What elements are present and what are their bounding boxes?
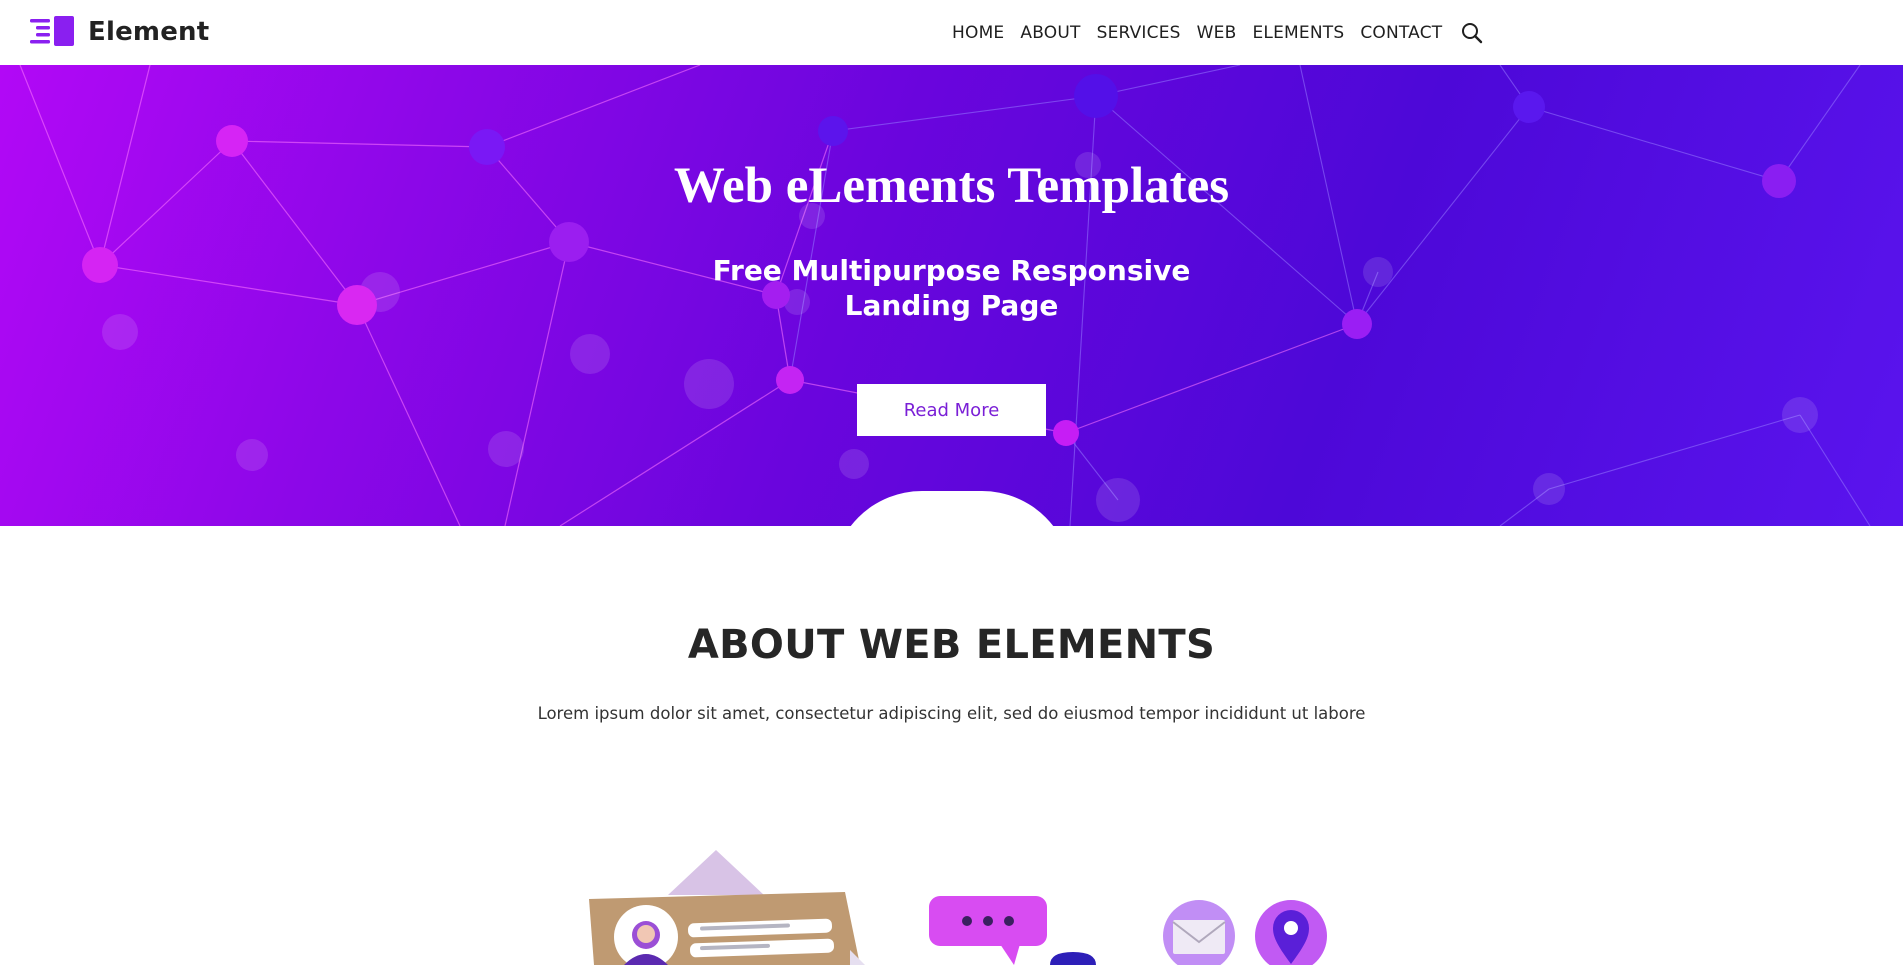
location-pin-icon — [1255, 900, 1327, 965]
chat-bubble-icon — [929, 896, 1096, 965]
nav-item-elements[interactable]: ELEMENTS — [1252, 23, 1344, 43]
mail-icon — [1163, 900, 1235, 965]
hero-title: Web eLements Templates — [673, 158, 1230, 214]
hero-subtitle: Free Multipurpose Responsive Landing Pag… — [0, 253, 1903, 323]
nav-item-web[interactable]: WEB — [1197, 23, 1237, 43]
nav-item-about[interactable]: ABOUT — [1020, 23, 1080, 43]
logo-icon — [30, 16, 76, 48]
hero-subtitle-line-1: Free Multipurpose Responsive — [712, 254, 1191, 287]
hero-section: Web eLements Templates Free Multipurpose… — [0, 65, 1903, 526]
search-icon[interactable] — [1460, 21, 1484, 45]
nav-item-services[interactable]: SERVICES — [1097, 23, 1181, 43]
about-title: ABOUT WEB ELEMENTS — [687, 622, 1216, 668]
profile-card-illustration — [589, 850, 865, 965]
brand-name: Element — [88, 17, 210, 47]
site-header: Element HOME ABOUT SERVICES WEB ELEMENTS… — [0, 0, 1903, 65]
hero-subtitle-line-2: Landing Page — [844, 289, 1059, 322]
read-more-button[interactable]: Read More — [857, 384, 1046, 436]
brand-logo-link[interactable]: Element — [30, 16, 209, 48]
about-illustration — [589, 850, 1327, 965]
main-nav: HOME ABOUT SERVICES WEB ELEMENTS CONTACT — [952, 0, 1484, 65]
nav-item-home[interactable]: HOME — [952, 23, 1004, 43]
about-description: Lorem ipsum dolor sit amet, consectetur … — [537, 704, 1366, 723]
nav-item-contact[interactable]: CONTACT — [1360, 23, 1442, 43]
